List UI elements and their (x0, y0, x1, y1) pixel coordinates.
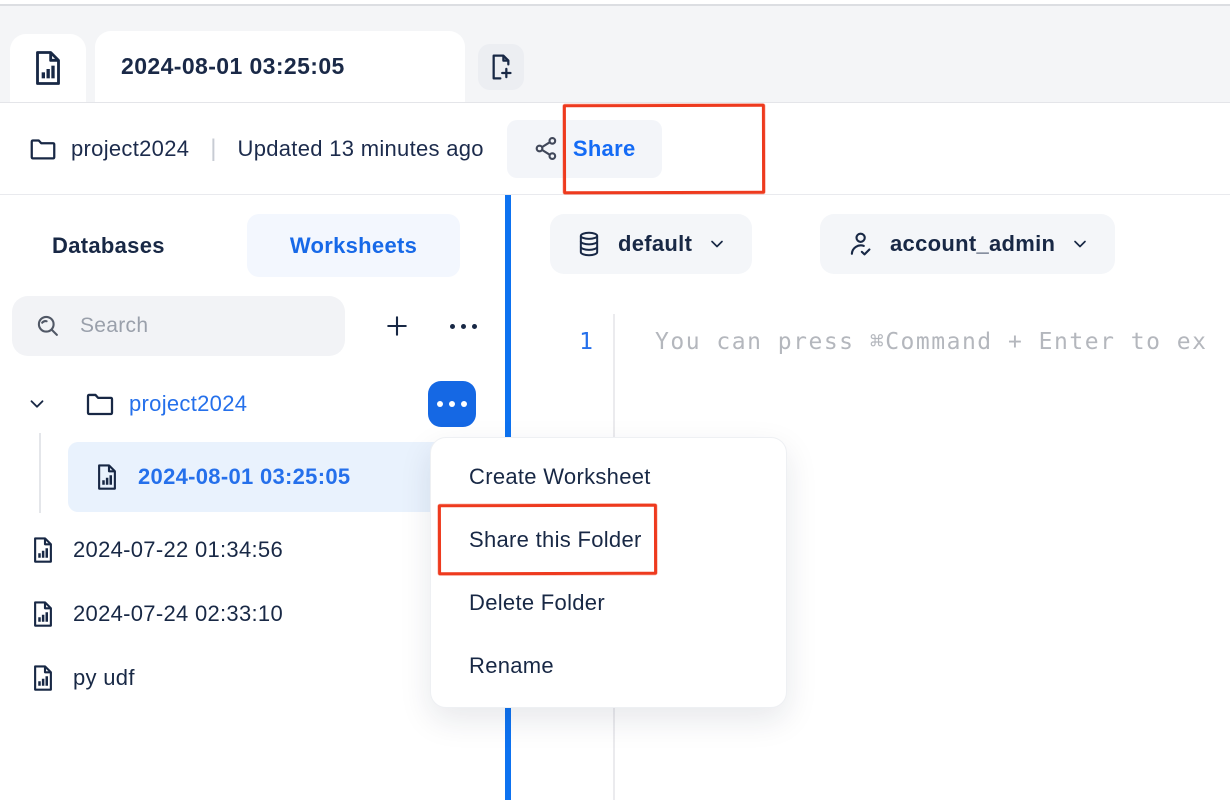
sidebar-tab-databases[interactable]: Databases (52, 214, 165, 277)
database-selector-value: default (618, 231, 693, 256)
database-selector[interactable]: default (550, 214, 753, 274)
file-plus-icon (485, 51, 517, 83)
sidebar-tab-worksheets-label: Worksheets (289, 232, 418, 258)
tree-folder-label[interactable]: project2024 (129, 391, 247, 417)
folder-icon (84, 388, 116, 420)
tree-item[interactable]: py udf (28, 662, 135, 694)
worksheet-chart-icon (28, 663, 58, 693)
share-button[interactable]: Share (506, 119, 662, 178)
share-network-icon (533, 135, 560, 162)
worksheet-chart-icon (92, 462, 122, 492)
menu-item-share-this-folder[interactable]: Share this Folder (431, 508, 786, 571)
sidebar-search[interactable] (12, 296, 351, 356)
editor-placeholder[interactable]: You can press ⌘Command + Enter to ex (655, 329, 1208, 355)
worksheet-header-row: project2024 | Updated 13 minutes ago Sha… (0, 103, 1230, 195)
new-worksheet-button[interactable] (478, 44, 524, 90)
ellipsis-icon (449, 323, 477, 329)
tree-indent-guide (39, 433, 41, 513)
folder-icon (28, 134, 58, 164)
worksheet-chart-icon (28, 599, 58, 629)
share-button-label: Share (572, 135, 636, 161)
ellipsis-icon (437, 401, 467, 407)
plus-icon (383, 312, 411, 340)
menu-item-delete-folder[interactable]: Delete Folder (431, 571, 786, 634)
chevron-down-icon[interactable] (26, 393, 48, 415)
breadcrumb-folder-name[interactable]: project2024 (71, 136, 189, 162)
tree-item[interactable]: 2024-07-24 02:33:10 (28, 598, 283, 630)
chevron-down-icon (1070, 234, 1090, 254)
search-icon (34, 312, 62, 340)
tree-item-label: py udf (73, 665, 135, 690)
search-input[interactable] (80, 314, 351, 338)
folder-context-menu: Create Worksheet Share this Folder Delet… (430, 437, 787, 708)
tree-item-label: 2024-07-24 02:33:10 (73, 601, 283, 626)
updated-timestamp: Updated 13 minutes ago (237, 135, 484, 161)
add-worksheet-button[interactable] (376, 305, 418, 347)
tree-item-label: 2024-08-01 03:25:05 (138, 464, 351, 489)
tab-title: 2024-08-01 03:25:05 (121, 53, 345, 79)
folder-more-button-active[interactable] (428, 381, 476, 427)
tab-active-worksheet[interactable]: 2024-08-01 03:25:05 (95, 31, 465, 102)
worksheet-tab-bar: 2024-08-01 03:25:05 (0, 6, 1230, 103)
tree-item-selected[interactable]: 2024-08-01 03:25:05 (68, 442, 488, 512)
chevron-down-icon (707, 234, 727, 254)
menu-item-rename[interactable]: Rename (431, 634, 786, 697)
role-selector[interactable]: account_admin (820, 214, 1116, 274)
tree-item[interactable]: 2024-07-22 01:34:56 (28, 534, 283, 566)
database-icon (575, 230, 603, 258)
main-area: Databases Worksheets Search project2024 … (0, 195, 1230, 800)
editor-line-number: 1 (579, 329, 593, 355)
user-check-icon (845, 229, 875, 259)
sidebar-more-button[interactable] (442, 305, 484, 347)
worksheet-chart-icon (28, 535, 58, 565)
breadcrumb-separator: | (210, 134, 217, 162)
sidebar-tab-worksheets[interactable]: Worksheets (247, 214, 460, 277)
tab-worksheet-icon[interactable] (10, 34, 86, 102)
tree-folder-row[interactable]: project2024 (0, 380, 247, 428)
tree-item-label: 2024-07-22 01:34:56 (73, 537, 283, 562)
menu-item-create-worksheet[interactable]: Create Worksheet (431, 445, 786, 508)
worksheet-chart-icon (28, 48, 68, 88)
role-selector-value: account_admin (890, 231, 1056, 256)
